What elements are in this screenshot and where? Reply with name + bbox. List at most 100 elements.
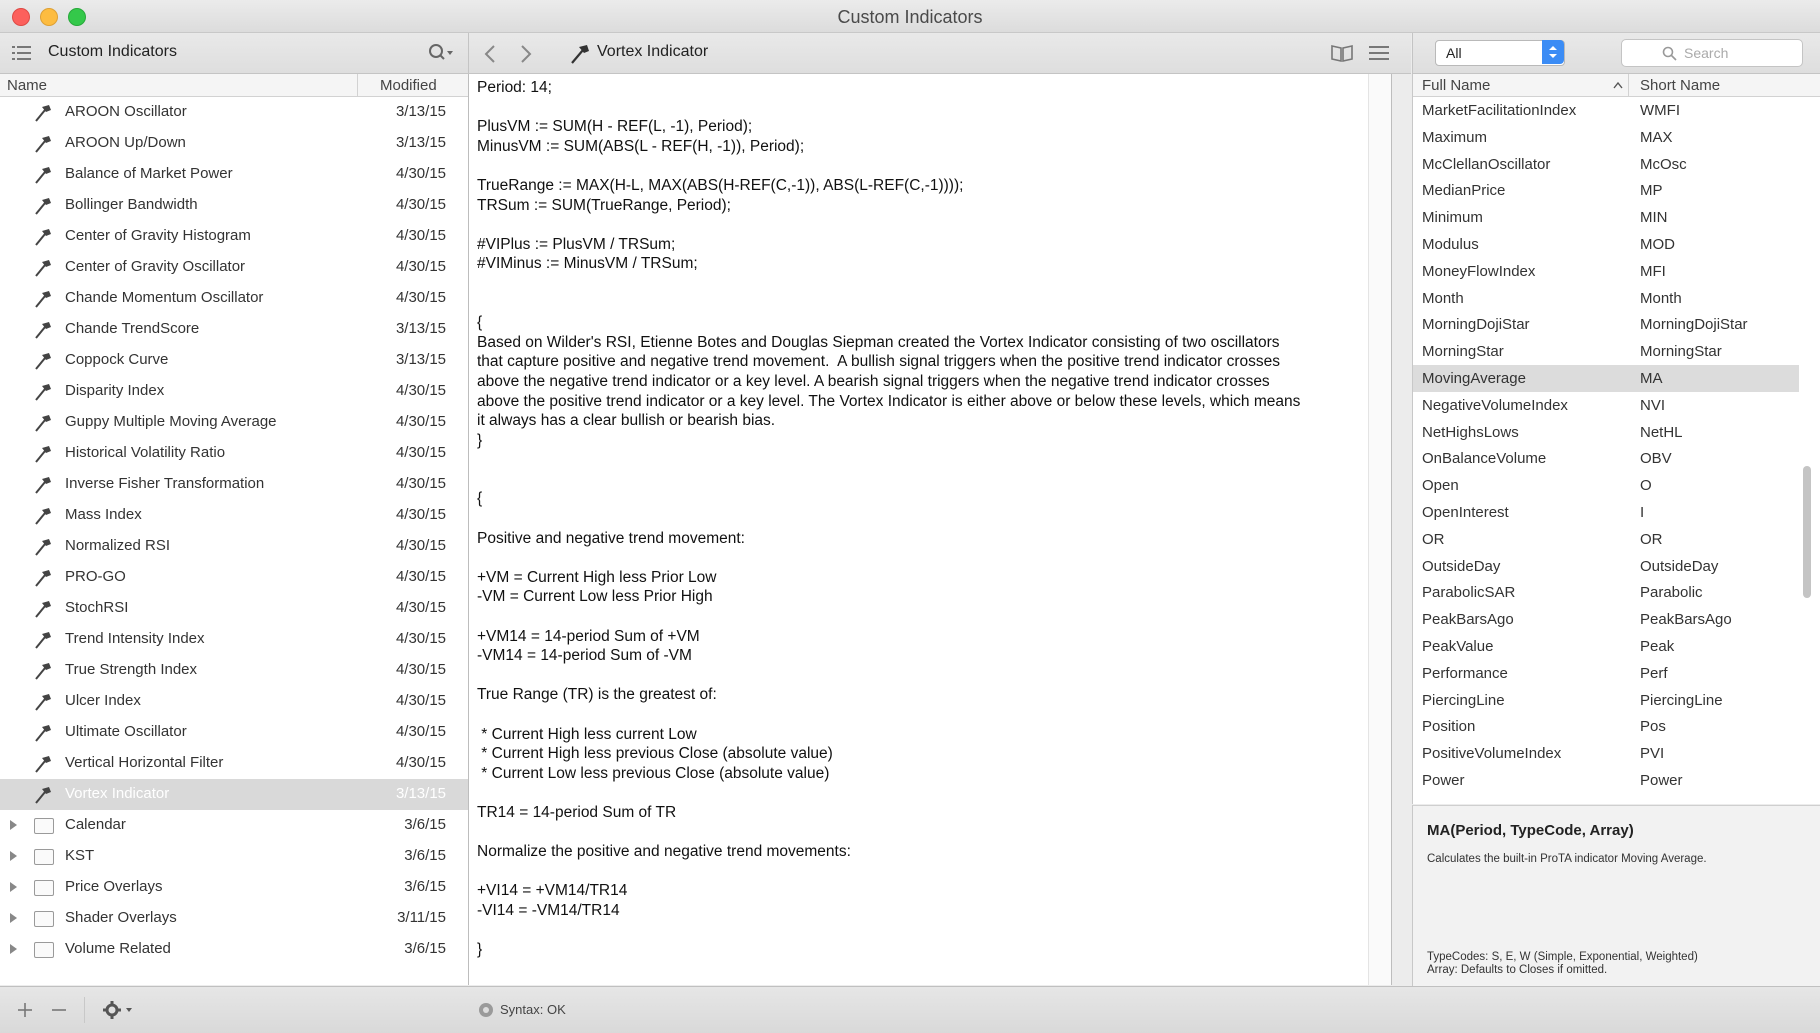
folder-row[interactable]: Volume Related 3/6/15 [0,934,468,965]
function-row[interactable]: Power Power [1413,767,1799,794]
function-row[interactable]: MarketFacilitationIndex WMFI [1413,97,1799,124]
function-list-scrollbar[interactable] [1803,466,1811,598]
indicator-tool-icon [34,383,52,401]
function-row[interactable]: Position Pos [1413,713,1799,740]
book-icon[interactable] [1330,43,1354,63]
function-full-name: Position [1422,718,1476,736]
list-icon[interactable] [12,44,34,62]
function-short-name: PVI [1640,745,1665,763]
column-header-name[interactable]: Name [7,77,47,94]
function-row[interactable]: McClellanOscillator McOsc [1413,151,1799,178]
indicator-row[interactable]: Center of Gravity Oscillator 4/30/15 [0,252,468,283]
search-menu-icon[interactable] [428,43,454,63]
disclosure-triangle-icon[interactable] [10,851,17,861]
indicator-row[interactable]: Disparity Index 4/30/15 [0,376,468,407]
editor-scrollbar[interactable] [1368,74,1391,985]
column-header-short-name[interactable]: Short Name [1640,77,1720,94]
indicator-name: AROON Up/Down [65,134,186,151]
add-icon[interactable] [16,1001,34,1019]
back-chevron-icon[interactable] [483,44,497,64]
indicator-row[interactable]: Ulcer Index 4/30/15 [0,686,468,717]
syntax-status-icon [479,1003,493,1017]
indicator-row[interactable]: Historical Volatility Ratio 4/30/15 [0,438,468,469]
folder-name: Volume Related [65,940,171,957]
indicator-row[interactable]: Center of Gravity Histogram 4/30/15 [0,221,468,252]
function-row[interactable]: OR OR [1413,526,1799,553]
indicator-row[interactable]: Bollinger Bandwidth 4/30/15 [0,190,468,221]
indicator-row[interactable]: True Strength Index 4/30/15 [0,655,468,686]
function-short-name: OR [1640,530,1663,548]
function-row[interactable]: MoneyFlowIndex MFI [1413,258,1799,285]
column-header-modified[interactable]: Modified [380,77,437,94]
indicator-row[interactable]: AROON Oscillator 3/13/15 [0,97,468,128]
indicator-row[interactable]: Guppy Multiple Moving Average 4/30/15 [0,407,468,438]
remove-icon[interactable] [50,1001,68,1019]
function-full-name: Month [1422,289,1464,307]
indicator-row[interactable]: Ultimate Oscillator 4/30/15 [0,717,468,748]
indicator-list-header: Name Modified [0,74,468,97]
disclosure-triangle-icon[interactable] [10,944,17,954]
indicator-row[interactable]: Mass Index 4/30/15 [0,500,468,531]
function-row[interactable]: PeakValue Peak [1413,633,1799,660]
function-row[interactable]: OnBalanceVolume OBV [1413,445,1799,472]
folder-row[interactable]: KST 3/6/15 [0,841,468,872]
function-row[interactable]: NetHighsLows NetHL [1413,419,1799,446]
function-row[interactable]: PeakBarsAgo PeakBarsAgo [1413,606,1799,633]
indicator-row[interactable]: Chande Momentum Oscillator 4/30/15 [0,283,468,314]
function-short-name: MorningDojiStar [1640,316,1748,334]
function-row[interactable]: PiercingLine PiercingLine [1413,687,1799,714]
indicator-row[interactable]: AROON Up/Down 3/13/15 [0,128,468,159]
function-row[interactable]: Maximum MAX [1413,124,1799,151]
function-row[interactable]: MovingAverage MA [1413,365,1799,392]
disclosure-triangle-icon[interactable] [10,882,17,892]
function-row[interactable]: ParabolicSAR Parabolic [1413,579,1799,606]
function-signature: MA(Period, TypeCode, Array) [1427,822,1634,839]
folder-row[interactable]: Shader Overlays 3/11/15 [0,903,468,934]
indicator-row[interactable]: Chande TrendScore 3/13/15 [0,314,468,345]
function-row[interactable]: PositiveVolumeIndex PVI [1413,740,1799,767]
gear-menu-icon[interactable] [102,999,134,1021]
indicator-row[interactable]: StochRSI 4/30/15 [0,593,468,624]
column-header-full-name[interactable]: Full Name [1422,77,1490,94]
indicator-row[interactable]: Vortex Indicator 3/13/15 [0,779,468,810]
search-field[interactable]: Search [1621,39,1803,67]
function-row[interactable]: Month Month [1413,285,1799,312]
indicator-row[interactable]: Trend Intensity Index 4/30/15 [0,624,468,655]
disclosure-triangle-icon[interactable] [10,913,17,923]
code-editor[interactable]: Period: 14; PlusVM := SUM(H - REF(L, -1)… [469,74,1392,985]
function-row[interactable]: Modulus MOD [1413,231,1799,258]
function-row[interactable]: Open O [1413,472,1799,499]
forward-chevron-icon[interactable] [519,44,533,64]
indicator-row[interactable]: Normalized RSI 4/30/15 [0,531,468,562]
folder-icon [34,849,54,865]
function-row[interactable]: MedianPrice MP [1413,177,1799,204]
function-short-name: MAX [1640,128,1673,146]
function-row[interactable]: Minimum MIN [1413,204,1799,231]
indicator-modified-date: 4/30/15 [395,599,446,616]
function-row[interactable]: OpenInterest I [1413,499,1799,526]
indicator-code[interactable]: Period: 14; PlusVM := SUM(H - REF(L, -1)… [477,78,1300,960]
indicator-row[interactable]: PRO-GO 4/30/15 [0,562,468,593]
function-row[interactable]: OutsideDay OutsideDay [1413,553,1799,580]
folder-name: Shader Overlays [65,909,177,926]
indicator-row[interactable]: Balance of Market Power 4/30/15 [0,159,468,190]
disclosure-triangle-icon[interactable] [10,820,17,830]
function-row[interactable]: NegativeVolumeIndex NVI [1413,392,1799,419]
indicator-row[interactable]: Inverse Fisher Transformation 4/30/15 [0,469,468,500]
function-full-name: NegativeVolumeIndex [1422,396,1568,414]
indicator-row[interactable]: Vertical Horizontal Filter 4/30/15 [0,748,468,779]
folder-row[interactable]: Calendar 3/6/15 [0,810,468,841]
function-short-name: PiercingLine [1640,691,1723,709]
function-row[interactable]: MorningStar MorningStar [1413,338,1799,365]
function-row[interactable]: MorningDojiStar MorningDojiStar [1413,311,1799,338]
search-icon [1662,46,1677,61]
folder-modified-date: 3/6/15 [404,878,446,895]
indicator-row[interactable]: Coppock Curve 3/13/15 [0,345,468,376]
indicator-name: Center of Gravity Histogram [65,227,251,244]
function-short-name: MIN [1640,209,1668,227]
indicator-modified-date: 3/13/15 [395,103,446,120]
folder-row[interactable]: Price Overlays 3/6/15 [0,872,468,903]
category-select[interactable]: All [1435,40,1565,66]
lines-icon[interactable] [1369,45,1389,61]
function-row[interactable]: Performance Perf [1413,660,1799,687]
